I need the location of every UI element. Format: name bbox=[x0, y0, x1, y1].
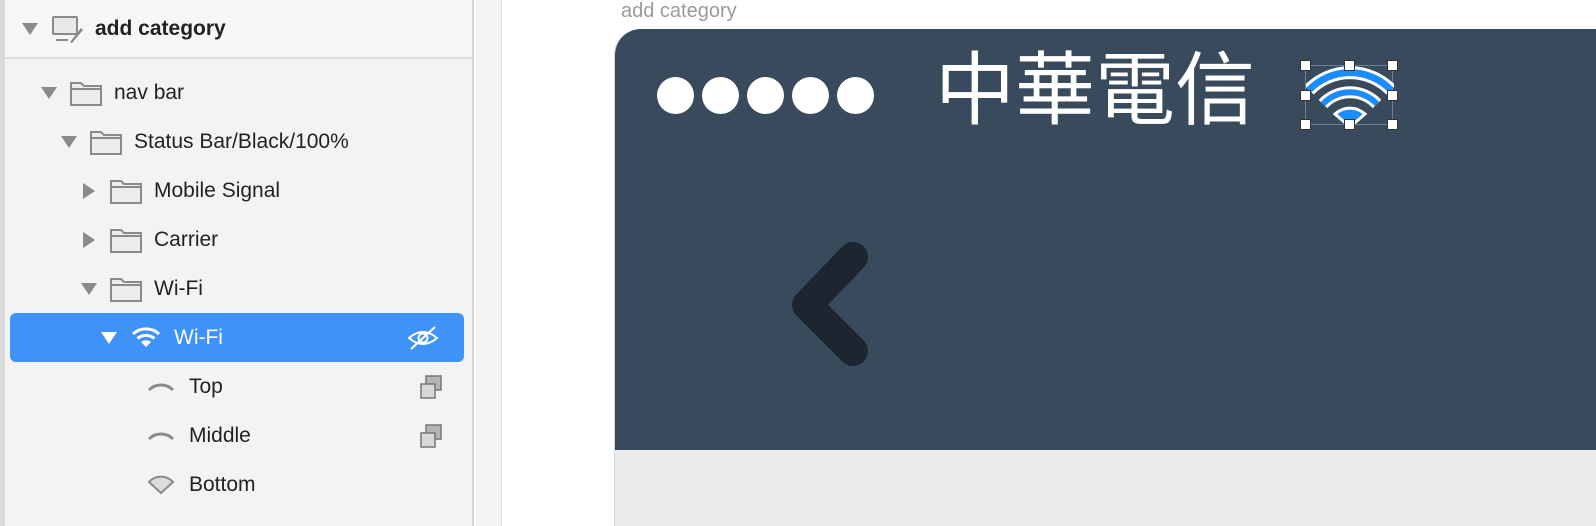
folder-icon bbox=[88, 126, 124, 158]
resize-handle[interactable] bbox=[1300, 60, 1311, 71]
disclosure-triangle-down-icon[interactable] bbox=[38, 82, 60, 104]
wifi-selection-box[interactable] bbox=[1300, 60, 1398, 130]
mask-icon[interactable] bbox=[414, 421, 448, 451]
disclosure-triangle-down-icon[interactable] bbox=[58, 131, 80, 153]
resize-handle[interactable] bbox=[1300, 90, 1311, 101]
resize-handle[interactable] bbox=[1344, 60, 1355, 71]
hidden-eye-icon[interactable] bbox=[406, 323, 440, 353]
layer-row-bottom[interactable]: Bottom bbox=[5, 460, 472, 509]
layer-row-artboard[interactable]: add category bbox=[5, 0, 472, 59]
signal-dot bbox=[747, 77, 784, 114]
artboard-icon bbox=[49, 13, 85, 45]
wifi-icon bbox=[128, 322, 164, 354]
layer-row-carrier[interactable]: Carrier bbox=[5, 215, 472, 264]
folder-icon bbox=[108, 273, 144, 305]
layers-panel: add category nav bar Status Bar/Black/10… bbox=[0, 0, 474, 526]
layer-label: Top bbox=[189, 374, 223, 398]
layer-label: Bottom bbox=[189, 472, 256, 496]
disclosure-triangle-down-icon[interactable] bbox=[19, 18, 41, 40]
mask-icon[interactable] bbox=[414, 372, 448, 402]
arc-shape-icon bbox=[143, 420, 179, 452]
layer-row-nav-bar[interactable]: nav bar bbox=[5, 68, 472, 117]
artboard-title[interactable]: add category bbox=[621, 0, 737, 23]
signal-dot bbox=[657, 77, 694, 114]
artboard[interactable]: 中華電信 bbox=[614, 29, 1596, 526]
disclosure-triangle-right-icon[interactable] bbox=[78, 180, 100, 202]
folder-icon bbox=[108, 175, 144, 207]
layer-label: Carrier bbox=[154, 227, 219, 251]
disclosure-triangle-right-icon[interactable] bbox=[78, 229, 100, 251]
mobile-signal[interactable] bbox=[657, 77, 874, 114]
folder-icon bbox=[108, 224, 144, 256]
folder-icon bbox=[68, 77, 104, 109]
signal-dot bbox=[702, 77, 739, 114]
layer-label: nav bar bbox=[114, 80, 185, 104]
design-canvas[interactable]: add category 中華電信 bbox=[476, 0, 1596, 526]
layer-row-status-bar[interactable]: Status Bar/Black/100% bbox=[5, 117, 472, 166]
disclosure-triangle-down-icon[interactable] bbox=[98, 327, 120, 349]
layer-row-wifi-group[interactable]: Wi-Fi bbox=[5, 264, 472, 313]
nav-bar[interactable]: 中華電信 bbox=[615, 29, 1596, 450]
layer-label: Wi-Fi bbox=[154, 276, 203, 300]
layer-label: Wi-Fi bbox=[174, 325, 223, 349]
resize-handle[interactable] bbox=[1387, 119, 1398, 130]
disclosure-triangle-down-icon[interactable] bbox=[78, 278, 100, 300]
resize-handle[interactable] bbox=[1387, 60, 1398, 71]
resize-handle[interactable] bbox=[1300, 119, 1311, 130]
resize-handle[interactable] bbox=[1344, 119, 1355, 130]
layer-label: Mobile Signal bbox=[154, 178, 281, 202]
signal-dot bbox=[792, 77, 829, 114]
back-chevron-icon[interactable] bbox=[785, 239, 875, 369]
layer-row-top[interactable]: Top bbox=[5, 362, 472, 411]
layer-row-mobile-signal[interactable]: Mobile Signal bbox=[5, 166, 472, 215]
layer-row-middle[interactable]: Middle bbox=[5, 411, 472, 460]
canvas-gutter bbox=[476, 0, 502, 526]
signal-dot bbox=[837, 77, 874, 114]
layer-row-wifi-selected[interactable]: Wi-Fi bbox=[10, 313, 464, 362]
layer-label: add category bbox=[95, 16, 226, 40]
layer-label: Status Bar/Black/100% bbox=[134, 129, 349, 153]
layer-label: Middle bbox=[189, 423, 251, 447]
wedge-shape-icon bbox=[143, 469, 179, 501]
arc-shape-icon bbox=[143, 371, 179, 403]
resize-handle[interactable] bbox=[1387, 90, 1398, 101]
carrier-label[interactable]: 中華電信 bbox=[935, 43, 1255, 139]
